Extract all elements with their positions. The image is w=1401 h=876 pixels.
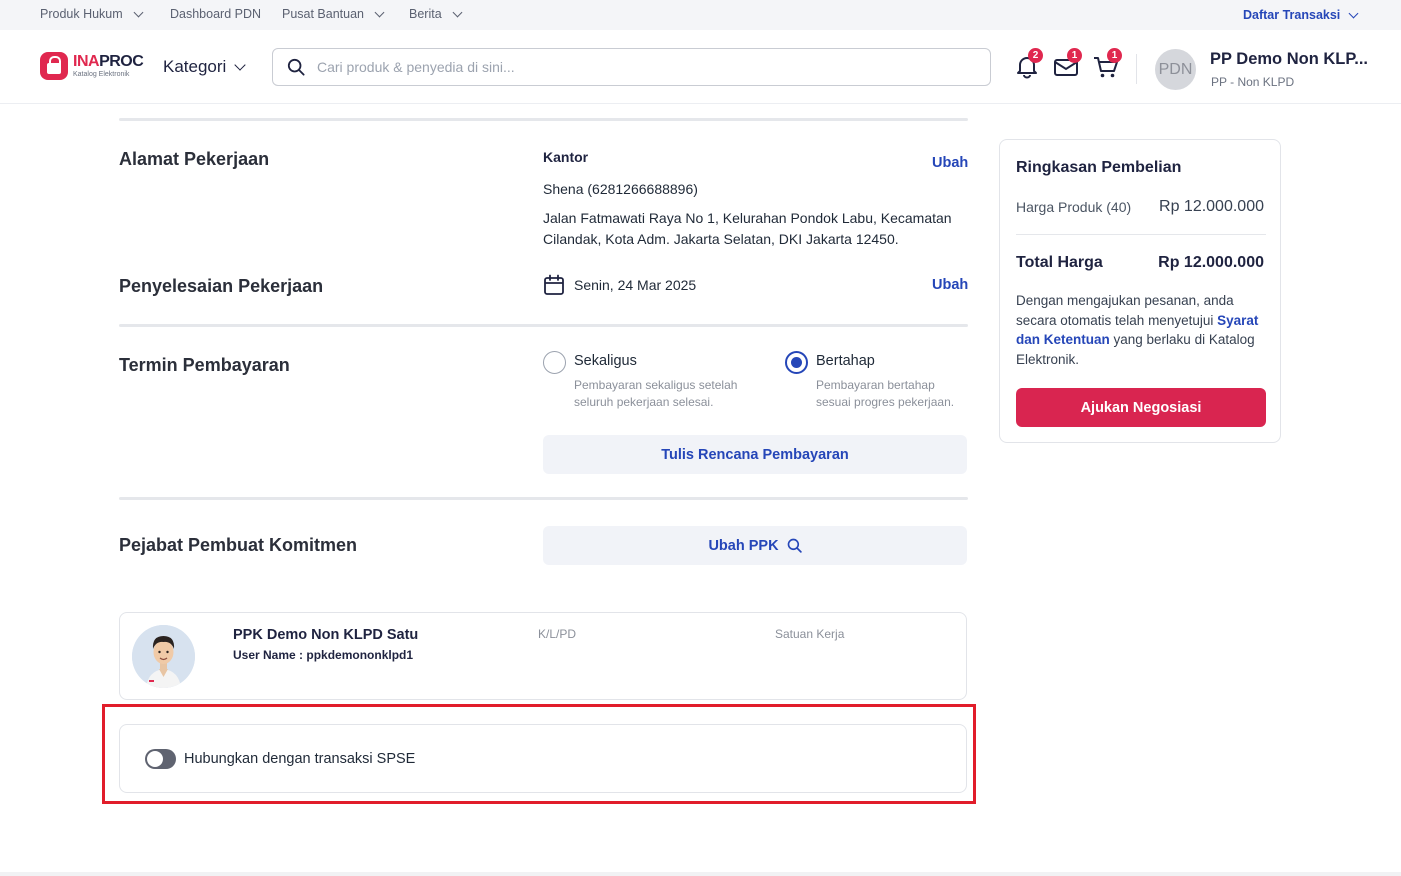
completion-date-text: Senin, 24 Mar 2025 (574, 277, 697, 293)
topbar-link-dashboard-pdn[interactable]: Dashboard PDN (170, 7, 261, 21)
ppk-title: Pejabat Pembuat Komitmen (119, 535, 358, 555)
purchase-summary-card: Ringkasan Pembelian Harga Produk (40) Rp… (999, 139, 1281, 443)
calendar-icon (544, 274, 564, 295)
messages-button[interactable]: 1 (1052, 48, 1082, 82)
address-label: Kantor (543, 149, 589, 165)
address-line-2: Cilandak, Kota Adm. Jakarta Selatan, DKI… (543, 231, 899, 247)
main-header: INAPROC Katalog Elektronik Kategori 2 1 (0, 30, 1401, 104)
inaproc-logo[interactable]: INAPROC Katalog Elektronik (40, 52, 144, 80)
header-divider (1136, 54, 1137, 84)
radio-label: Sekaligus (574, 353, 637, 369)
edit-date-link[interactable]: Ubah (932, 277, 968, 293)
spse-toggle-label: Hubungkan dengan transaksi SPSE (184, 751, 416, 767)
person-avatar-icon (132, 625, 195, 688)
search-bar[interactable] (272, 48, 991, 86)
chevron-down-icon (1348, 8, 1359, 18)
radio-label: Bertahap (816, 353, 875, 369)
spse-toggle-switch[interactable] (145, 749, 176, 769)
section-divider (119, 324, 968, 327)
product-price-value: Rp 12.000.000 (1159, 198, 1264, 215)
daftar-transaksi-link[interactable]: Daftar Transaksi (1243, 8, 1359, 22)
notification-button[interactable]: 2 (1013, 48, 1043, 82)
ppk-avatar (132, 625, 195, 688)
chevron-down-icon (452, 7, 463, 17)
footer-edge (0, 872, 1401, 876)
search-icon (287, 58, 305, 76)
address-contact: Shena (6281266688896) (543, 181, 698, 197)
change-ppk-button[interactable]: Ubah PPK (543, 526, 967, 565)
address-line-1: Jalan Fatmawati Raya No 1, Kelurahan Pon… (543, 210, 952, 226)
user-name[interactable]: PP Demo Non KLP... (1210, 50, 1368, 69)
topbar-link-pusat-bantuan[interactable]: Pusat Bantuan (282, 7, 385, 21)
messages-count-badge: 1 (1067, 48, 1082, 63)
penyelesaian-title: Penyelesaian Pekerjaan (119, 276, 324, 296)
submit-negotiation-button[interactable]: Ajukan Negosiasi (1016, 388, 1266, 427)
user-avatar[interactable]: PDN (1155, 49, 1196, 90)
ppk-card: PPK Demo Non KLPD Satu User Name : ppkde… (119, 612, 967, 700)
cart-button[interactable]: 1 (1092, 48, 1122, 82)
total-price-label: Total Harga (1016, 254, 1103, 271)
radio-bertahap[interactable] (785, 351, 808, 374)
summary-divider (1016, 234, 1266, 235)
ppk-satuan-kerja-label: Satuan Kerja (775, 627, 845, 641)
notification-count-badge: 2 (1028, 48, 1043, 63)
search-input[interactable] (317, 59, 937, 75)
shopping-bag-icon (40, 52, 68, 80)
termin-title: Termin Pembayaran (119, 355, 290, 375)
kategori-dropdown[interactable]: Kategori (163, 57, 246, 77)
terms-note: Dengan mengajukan pesanan, anda secara o… (1016, 293, 1259, 367)
ppk-klpd-label: K/L/PD (538, 627, 577, 641)
user-role: PP - Non KLPD (1211, 75, 1295, 89)
product-price-label: Harga Produk (40) (1016, 199, 1132, 215)
write-payment-plan-button[interactable]: Tulis Rencana Pembayaran (543, 435, 967, 474)
ppk-name: PPK Demo Non KLPD Satu (233, 627, 419, 643)
radio-sekaligus[interactable] (543, 351, 566, 374)
chevron-down-icon (234, 59, 246, 71)
chevron-down-icon (133, 7, 144, 17)
summary-title: Ringkasan Pembelian (1016, 159, 1182, 176)
topbar-link-produk-hukum[interactable]: Produk Hukum (40, 7, 144, 21)
completion-date: Senin, 24 Mar 2025 (543, 274, 696, 296)
cart-count-badge: 1 (1107, 48, 1122, 63)
spse-card: Hubungkan dengan transaksi SPSE (119, 724, 967, 793)
ppk-username: User Name : ppkdemononklpd1 (233, 648, 414, 662)
alamat-title: Alamat Pekerjaan (119, 149, 270, 169)
top-utility-bar: Produk Hukum Dashboard PDN Pusat Bantuan… (0, 0, 1401, 30)
total-price-value: Rp 12.000.000 (1158, 254, 1264, 271)
radio-description: Pembayaran sekaligus setelah seluruh pek… (574, 378, 738, 409)
section-divider (119, 118, 968, 121)
radio-description: Pembayaran bertahap sesuai progres peker… (816, 378, 955, 409)
edit-address-link[interactable]: Ubah (932, 155, 968, 171)
search-icon (787, 538, 802, 553)
section-divider (119, 497, 968, 500)
topbar-link-berita[interactable]: Berita (409, 7, 463, 21)
chevron-down-icon (374, 7, 385, 17)
